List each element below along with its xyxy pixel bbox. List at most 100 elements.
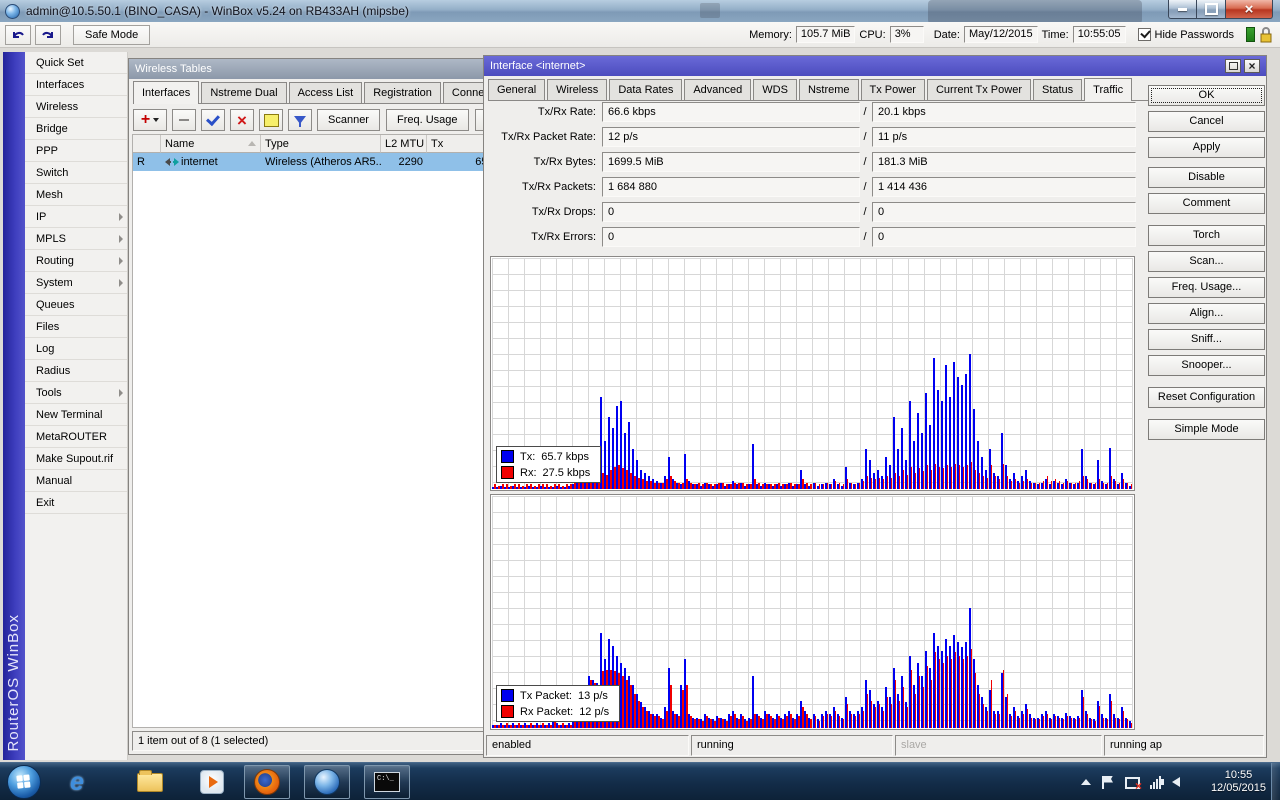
taskbar-command-prompt[interactable] <box>364 765 410 799</box>
sidebar-item-tools[interactable]: Tools <box>25 382 127 404</box>
rx-bar <box>1042 715 1045 728</box>
sniff-button[interactable]: Sniff... <box>1148 329 1265 350</box>
column-header-type[interactable]: Type <box>261 135 381 153</box>
dialog-tab-nstreme[interactable]: Nstreme <box>798 79 859 100</box>
sidebar-item-new-terminal[interactable]: New Terminal <box>25 404 127 426</box>
sidebar-item-files[interactable]: Files <box>25 316 127 338</box>
wt-button-freq-usage[interactable]: Freq. Usage <box>385 109 469 131</box>
dialog-tab-wds[interactable]: WDS <box>753 79 797 100</box>
taskbar-internet-explorer[interactable] <box>62 767 92 797</box>
wt-tab-registration[interactable]: Registration <box>364 82 441 103</box>
redo-button[interactable] <box>35 24 61 45</box>
dialog-tab-tx-power[interactable]: Tx Power <box>860 79 925 100</box>
sidebar-item-make-supout-rif[interactable]: Make Supout.rif <box>25 448 127 470</box>
cancel-button[interactable]: Cancel <box>1148 111 1265 132</box>
close-button[interactable] <box>1225 0 1273 19</box>
ok-button[interactable]: OK <box>1148 85 1265 106</box>
disable-button[interactable] <box>230 109 254 131</box>
sidebar-item-ip[interactable]: IP <box>25 206 127 228</box>
sidebar-item-bridge[interactable]: Bridge <box>25 118 127 140</box>
field-rx-value[interactable]: 0 <box>872 227 1136 247</box>
dialog-tab-traffic[interactable]: Traffic <box>1084 78 1133 101</box>
sidebar-item-quick-set[interactable]: Quick Set <box>25 52 127 74</box>
comment-button[interactable] <box>259 109 283 131</box>
dialog-tab-status[interactable]: Status <box>1032 79 1083 100</box>
rx-bar <box>966 655 969 728</box>
enable-button[interactable] <box>201 109 225 131</box>
field-rx-value[interactable]: 20.1 kbps <box>872 102 1136 122</box>
hide-passwords-checkbox[interactable] <box>1137 28 1151 41</box>
volume-icon[interactable] <box>1160 777 1180 787</box>
taskbar-winbox[interactable] <box>304 765 350 799</box>
scan-button[interactable]: Scan... <box>1148 251 1265 272</box>
field-tx-value[interactable]: 66.6 kbps <box>602 102 860 122</box>
field-rx-value[interactable]: 11 p/s <box>872 127 1136 147</box>
wt-tab-nstreme-dual[interactable]: Nstreme Dual <box>201 82 287 103</box>
show-desktop-button[interactable] <box>1271 763 1280 800</box>
comment-button[interactable]: Comment <box>1148 193 1265 214</box>
dialog-tab-data-rates[interactable]: Data Rates <box>609 79 683 100</box>
apply-button[interactable]: Apply <box>1148 137 1265 158</box>
filter-button[interactable] <box>288 109 312 131</box>
field-tx-value[interactable]: 1 684 880 <box>602 177 860 197</box>
taskbar-firefox[interactable] <box>244 765 290 799</box>
field-tx-value[interactable]: 12 p/s <box>602 127 860 147</box>
column-header-l2-mtu[interactable]: L2 MTU <box>381 135 427 153</box>
undo-button[interactable] <box>5 24 31 45</box>
sidebar-item-log[interactable]: Log <box>25 338 127 360</box>
align-button[interactable]: Align... <box>1148 303 1265 324</box>
torch-button[interactable]: Torch <box>1148 225 1265 246</box>
action-center-flag-icon[interactable] <box>1102 775 1113 789</box>
rx-bar <box>518 722 520 728</box>
field-rx-value[interactable]: 0 <box>872 202 1136 222</box>
add-button[interactable] <box>133 109 167 131</box>
rx-bar <box>1110 476 1113 489</box>
sidebar-item-system[interactable]: System <box>25 272 127 294</box>
traffic-rate-legend: Tx: 65.7 kbps Rx: 27.5 kbps <box>496 446 602 483</box>
field-tx-value[interactable]: 0 <box>602 202 860 222</box>
sidebar-item-mesh[interactable]: Mesh <box>25 184 127 206</box>
wt-tab-interfaces[interactable]: Interfaces <box>133 81 200 104</box>
sidebar-item-routing[interactable]: Routing <box>25 250 127 272</box>
taskbar-windows-explorer[interactable] <box>135 767 165 797</box>
column-header-name[interactable]: Name <box>161 135 261 153</box>
taskbar-clock[interactable]: 10:55 12/05/2015 <box>1211 763 1266 800</box>
network-disconnected-icon[interactable] <box>1124 776 1142 792</box>
sidebar-item-wireless[interactable]: Wireless <box>25 96 127 118</box>
disable-button[interactable]: Disable <box>1148 167 1265 188</box>
sidebar-item-metarouter[interactable]: MetaROUTER <box>25 426 127 448</box>
taskbar-media-player[interactable] <box>197 767 227 797</box>
sidebar-item-switch[interactable]: Switch <box>25 162 127 184</box>
field-rx-value[interactable]: 181.3 MiB <box>872 152 1136 172</box>
freq-usage-button[interactable]: Freq. Usage... <box>1148 277 1265 298</box>
column-header-flags[interactable] <box>133 135 161 153</box>
wt-tab-access-list[interactable]: Access List <box>288 82 363 103</box>
sidebar-item-ppp[interactable]: PPP <box>25 140 127 162</box>
rx-bar <box>954 463 957 489</box>
field-tx-value[interactable]: 0 <box>602 227 860 247</box>
dialog-tab-general[interactable]: General <box>488 79 546 100</box>
tray-expand-icon[interactable] <box>1081 779 1091 785</box>
maximize-button[interactable] <box>1197 0 1225 19</box>
sidebar-item-manual[interactable]: Manual <box>25 470 127 492</box>
field-tx-value[interactable]: 1699.5 MiB <box>602 152 860 172</box>
sidebar-item-queues[interactable]: Queues <box>25 294 127 316</box>
simple-mode-button[interactable]: Simple Mode <box>1148 419 1265 440</box>
sidebar-item-radius[interactable]: Radius <box>25 360 127 382</box>
dialog-tab-wireless[interactable]: Wireless <box>547 79 608 100</box>
rx-bar <box>746 484 748 489</box>
rx-bar <box>890 477 893 489</box>
minimize-button[interactable] <box>1168 0 1197 19</box>
start-button[interactable] <box>7 765 41 799</box>
remove-button[interactable] <box>172 109 196 131</box>
dialog-tab-current-tx-power[interactable]: Current Tx Power <box>926 79 1031 100</box>
reset-configuration-button[interactable]: Reset Configuration <box>1148 387 1265 408</box>
wt-button-scanner[interactable]: Scanner <box>317 109 380 131</box>
sidebar-item-interfaces[interactable]: Interfaces <box>25 74 127 96</box>
sidebar-item-exit[interactable]: Exit <box>25 492 127 514</box>
snooper-button[interactable]: Snooper... <box>1148 355 1265 376</box>
safe-mode-button[interactable]: Safe Mode <box>73 24 151 45</box>
dialog-tab-advanced[interactable]: Advanced <box>684 79 752 100</box>
field-rx-value[interactable]: 1 414 436 <box>872 177 1136 197</box>
sidebar-item-mpls[interactable]: MPLS <box>25 228 127 250</box>
